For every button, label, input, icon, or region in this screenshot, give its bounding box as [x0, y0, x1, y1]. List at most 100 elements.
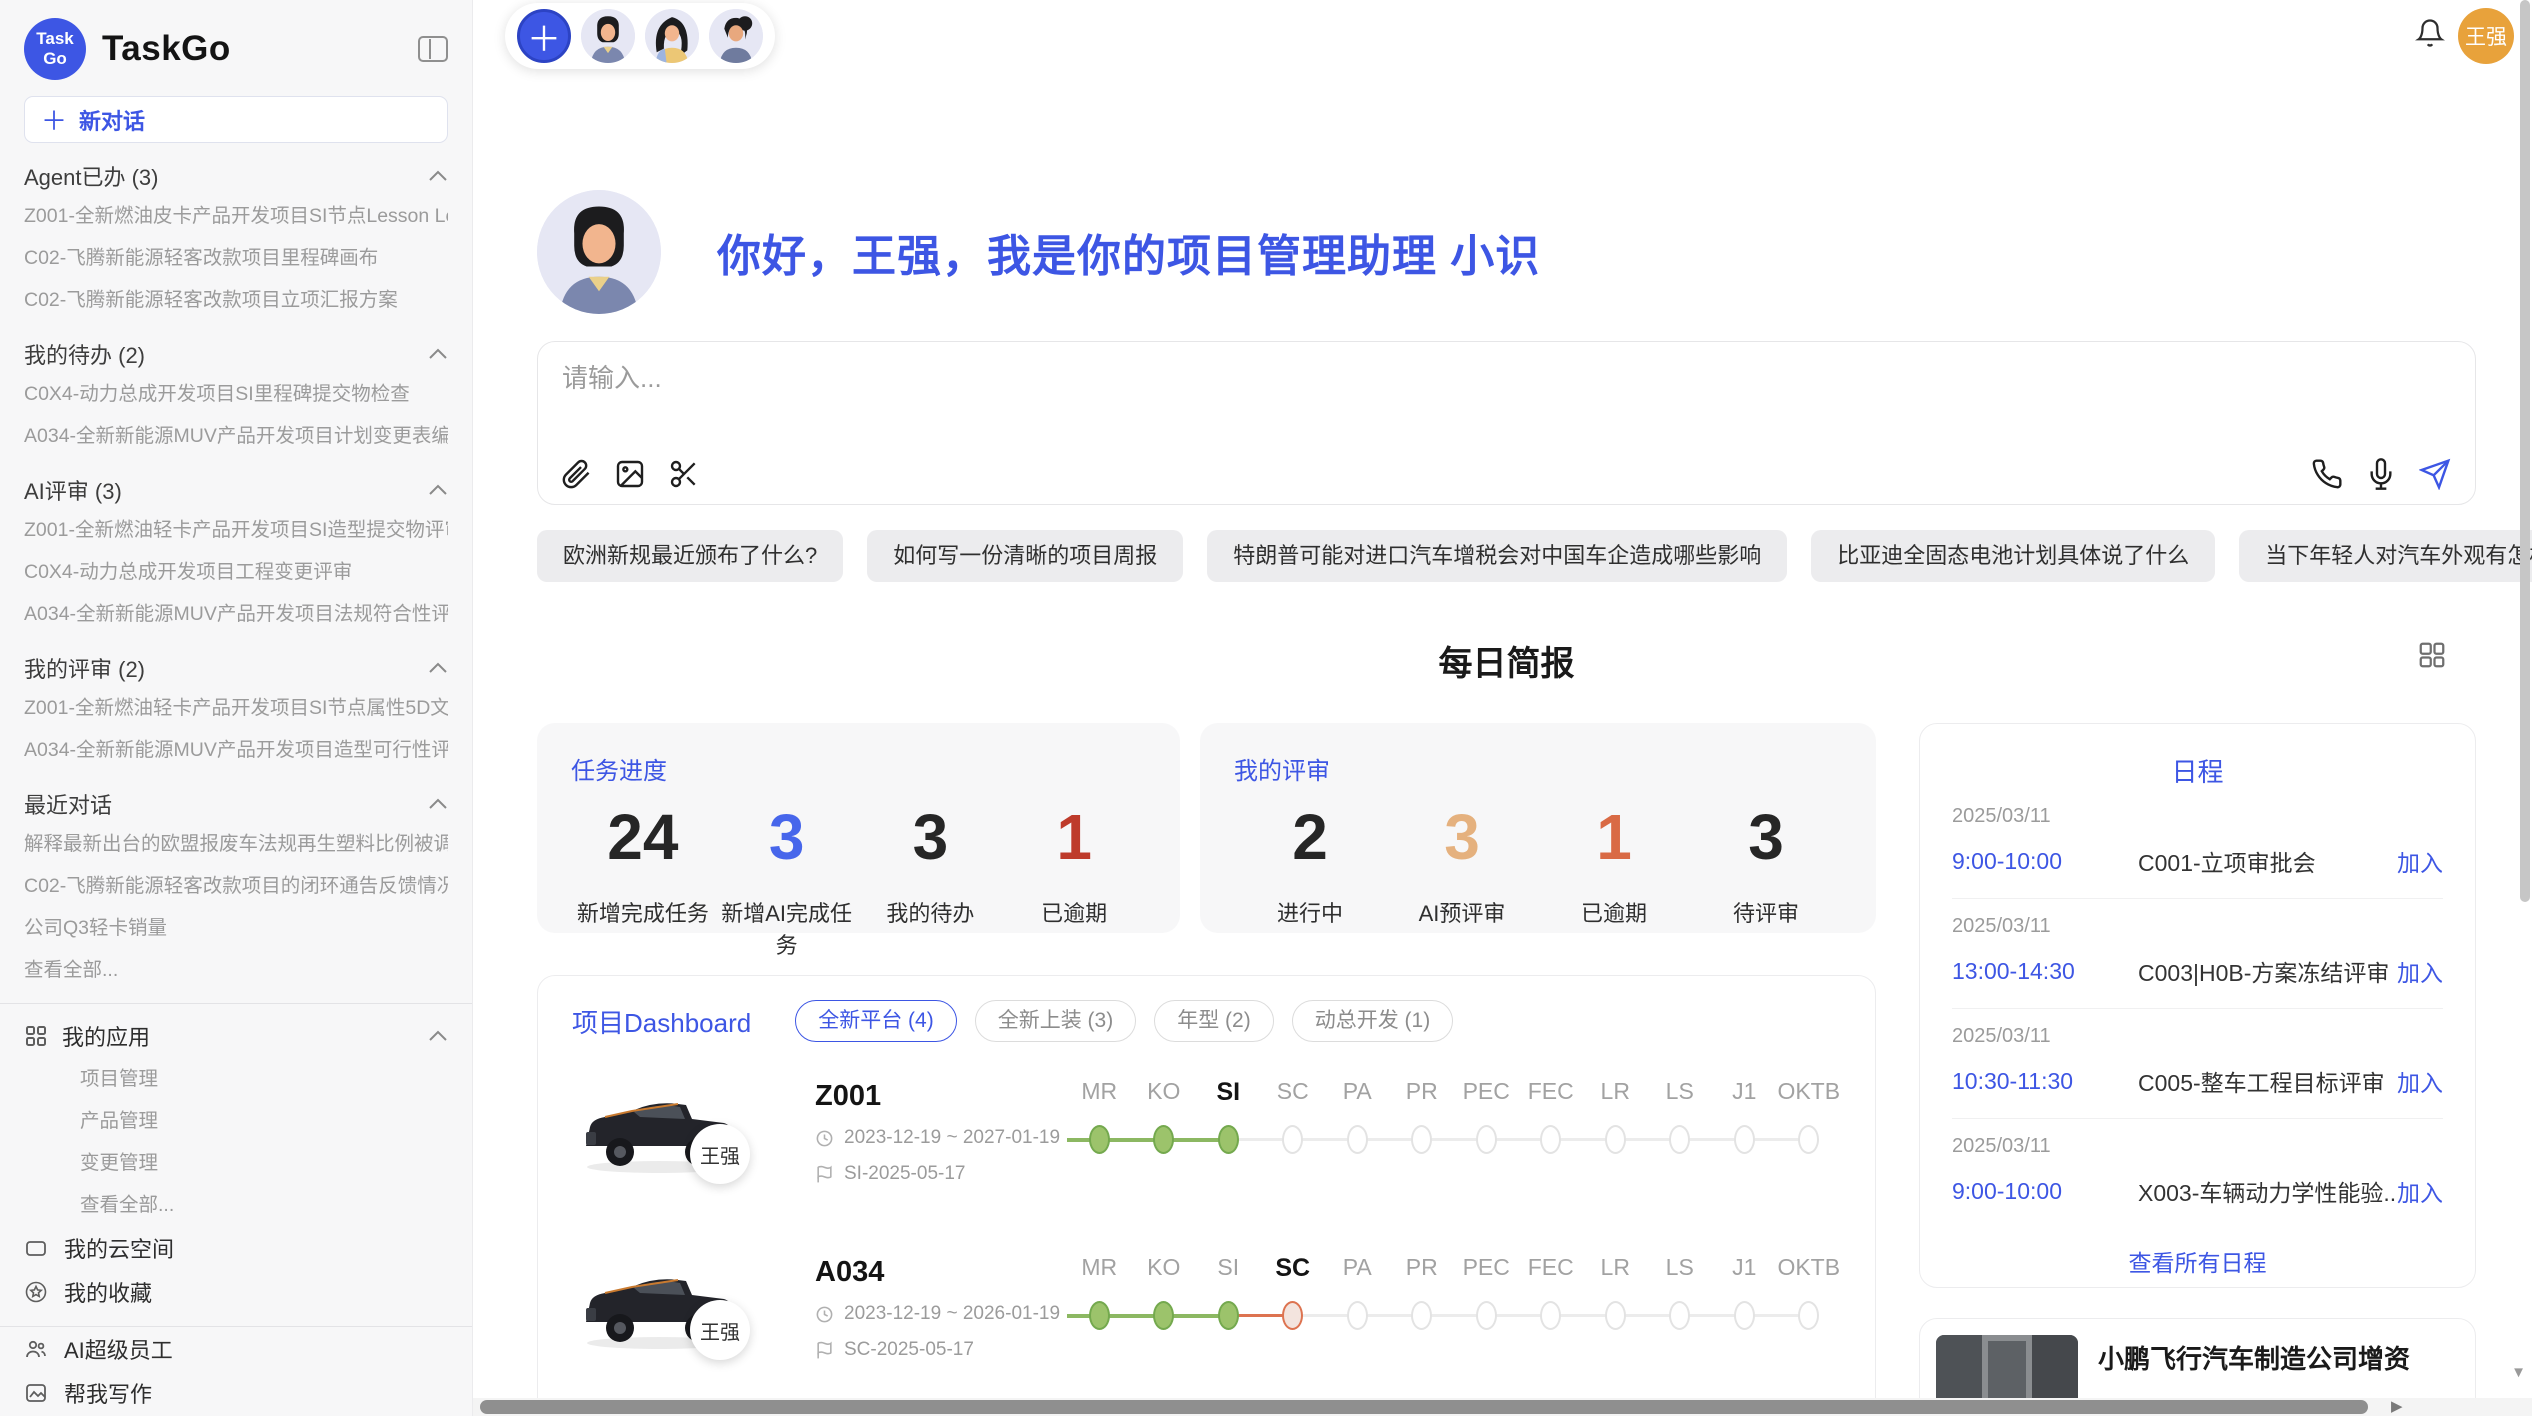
dashboard-tab[interactable]: 全新平台 (4) [795, 1000, 957, 1042]
suggestion-chip[interactable]: 特朗普可能对进口汽车增税会对中国车企造成哪些影响 [1207, 530, 1787, 582]
new-chat-button[interactable]: ＋ 新对话 [24, 96, 448, 143]
join-link[interactable]: 加入 [2397, 1064, 2443, 1098]
scissors-icon[interactable] [668, 458, 700, 490]
milestone-node-PR[interactable] [1411, 1301, 1432, 1330]
sidebar-app-item[interactable]: 变更管理 [24, 1142, 448, 1184]
microphone-icon[interactable] [2365, 458, 2397, 490]
suggestion-chip[interactable]: 比亚迪全固态电池计划具体说了什么 [1811, 530, 2215, 582]
milestone-node-FEC[interactable] [1540, 1125, 1561, 1154]
attachment-icon[interactable] [560, 458, 592, 490]
milestone-node-MR[interactable] [1089, 1125, 1110, 1154]
milestone-node-PA[interactable] [1347, 1125, 1368, 1154]
sidebar-item[interactable]: 公司Q3轻卡销量 [24, 907, 448, 949]
vertical-scrollbar-thumb[interactable] [2520, 0, 2530, 902]
milestone-node-KO[interactable] [1153, 1125, 1174, 1154]
sidebar-item[interactable]: A034-全新新能源MUV产品开发项目造型可行性评审 [24, 729, 448, 771]
sidebar-section-header[interactable]: AI评审 (3) [24, 471, 448, 509]
milestone-node-SC[interactable] [1282, 1125, 1303, 1154]
milestone-label: SI [1196, 1254, 1261, 1283]
sidebar-collapse-icon[interactable] [418, 36, 448, 62]
milestone-node-OKTB[interactable] [1798, 1301, 1819, 1330]
scroll-down-arrow-icon[interactable]: ▼ [2511, 1364, 2526, 1381]
milestone-node-LR[interactable] [1605, 1301, 1626, 1330]
agent-avatar-2[interactable] [645, 9, 699, 63]
chevron-up-icon[interactable] [428, 348, 448, 360]
sidebar-section-header[interactable]: Agent已办 (3) [24, 157, 448, 195]
agent-avatar-3[interactable] [709, 9, 763, 63]
sidebar-section-header[interactable]: 我的待办 (2) [24, 335, 448, 373]
suggestion-chip[interactable]: 欧洲新规最近颁布了什么? [537, 530, 843, 582]
milestone-node-LR[interactable] [1605, 1125, 1626, 1154]
milestone-node-PEC[interactable] [1476, 1125, 1497, 1154]
project-row[interactable]: 王强Z0012023-12-19 ~ 2027-01-19SI-2025-05-… [572, 1078, 1841, 1218]
dashboard-tab[interactable]: 全新上装 (3) [975, 1000, 1137, 1042]
milestone-node-J1[interactable] [1734, 1301, 1755, 1330]
sidebar-item[interactable]: Z001-全新燃油轻卡产品开发项目SI节点属性5D文件评审 [24, 687, 448, 729]
milestone-node-OKTB[interactable] [1798, 1125, 1819, 1154]
dashboard-tab[interactable]: 年型 (2) [1154, 1000, 1274, 1042]
milestone-node-PA[interactable] [1347, 1301, 1368, 1330]
sidebar-item-write[interactable]: 帮我写作 [24, 1371, 448, 1415]
horizontal-scrollbar[interactable]: ▶ [473, 1398, 2532, 1416]
sidebar-app-item[interactable]: 项目管理 [24, 1058, 448, 1100]
milestone-node-MR[interactable] [1089, 1301, 1110, 1330]
add-agent-button[interactable]: ＋ [517, 9, 571, 63]
chevron-up-icon[interactable] [428, 798, 448, 810]
task-progress-card: 任务进度24新增完成任务3新增AI完成任务3我的待办1已逾期 [537, 723, 1180, 933]
image-icon[interactable] [614, 458, 646, 490]
sidebar-item[interactable]: Z001-全新燃油轻卡产品开发项目SI造型提交物评审 [24, 509, 448, 551]
sidebar-item[interactable]: A034-全新新能源MUV产品开发项目计划变更表编写 [24, 415, 448, 457]
sidebar-app-item[interactable]: 查看全部... [24, 1184, 448, 1226]
sidebar-item-my-apps[interactable]: 我的应用 [24, 1014, 448, 1058]
horizontal-scrollbar-thumb[interactable] [480, 1400, 2368, 1414]
sidebar-item[interactable]: C02-飞腾新能源轻客改款项目的闭环通告反馈情况 [24, 865, 448, 907]
chevron-up-icon[interactable] [428, 484, 448, 496]
view-all-schedule-link[interactable]: 查看所有日程 [1952, 1244, 2443, 1278]
agent-avatar-1[interactable] [581, 9, 635, 63]
phone-icon[interactable] [2311, 458, 2343, 490]
scroll-right-arrow-icon[interactable]: ▶ [2391, 1398, 2403, 1416]
sidebar-section-header[interactable]: 我的评审 (2) [24, 649, 448, 687]
sidebar-item[interactable]: 解释最新出台的欧盟报废车法规再生塑料比例被调至15%... [24, 823, 448, 865]
milestone-node-LS[interactable] [1669, 1125, 1690, 1154]
sidebar-item[interactable]: C02-飞腾新能源轻客改款项目立项汇报方案 [24, 279, 448, 321]
join-link[interactable]: 加入 [2397, 844, 2443, 878]
milestone-node-SI[interactable] [1218, 1301, 1239, 1330]
sidebar-item[interactable]: C0X4-动力总成开发项目工程变更评审 [24, 551, 448, 593]
milestone-node-SC[interactable] [1282, 1301, 1303, 1330]
sidebar-item[interactable]: A034-全新新能源MUV产品开发项目法规符合性评审 [24, 593, 448, 635]
milestone-node-LS[interactable] [1669, 1301, 1690, 1330]
milestone-node-PR[interactable] [1411, 1125, 1432, 1154]
milestone-node-SI[interactable] [1218, 1125, 1239, 1154]
user-avatar[interactable]: 王强 [2458, 8, 2514, 64]
dashboard-tab[interactable]: 动总开发 (1) [1292, 1000, 1454, 1042]
layout-grid-icon[interactable] [2417, 640, 2447, 670]
sidebar-app-item[interactable]: 产品管理 [24, 1100, 448, 1142]
chevron-up-icon[interactable] [428, 662, 448, 674]
milestone-node-J1[interactable] [1734, 1125, 1755, 1154]
sidebar-item-cloud[interactable]: 我的云空间 [24, 1226, 448, 1270]
chevron-up-icon[interactable] [428, 1030, 448, 1042]
sidebar-item[interactable]: Z001-全新燃油皮卡产品开发项目SI节点Lesson Learn报告 [24, 195, 448, 237]
chevron-up-icon[interactable] [428, 170, 448, 182]
send-icon[interactable] [2419, 458, 2451, 490]
notification-bell-icon[interactable] [2415, 18, 2445, 48]
sidebar-section-header[interactable]: 最近对话 [24, 785, 448, 823]
milestone-node-FEC[interactable] [1540, 1301, 1561, 1330]
schedule-event-row: 2025/03/1113:00-14:30C003|H0B-方案冻结评审加入 [1952, 899, 2443, 1009]
sidebar-item[interactable]: C02-飞腾新能源轻客改款项目里程碑画布 [24, 237, 448, 279]
sidebar-item[interactable]: C0X4-动力总成开发项目SI里程碑提交物检查 [24, 373, 448, 415]
project-info: A0342023-12-19 ~ 2026-01-19SC-2025-05-17 [815, 1254, 1061, 1394]
join-link[interactable]: 加入 [2397, 1174, 2443, 1208]
suggestion-chip[interactable]: 如何写一份清晰的项目周报 [867, 530, 1183, 582]
sidebar-item[interactable]: 查看全部... [24, 949, 448, 991]
milestone-node-KO[interactable] [1153, 1301, 1174, 1330]
project-row[interactable]: 王强A0342023-12-19 ~ 2026-01-19SC-2025-05-… [572, 1254, 1841, 1394]
join-link[interactable]: 加入 [2397, 954, 2443, 988]
milestone-node-PEC[interactable] [1476, 1301, 1497, 1330]
suggestion-chip[interactable]: 当下年轻人对汽车外观有怎样的喜好趋势 [2239, 530, 2532, 582]
sidebar-item-star[interactable]: 我的收藏 [24, 1270, 448, 1314]
clock-icon [815, 1129, 834, 1148]
sidebar-item-people[interactable]: AI超级员工 [24, 1327, 448, 1371]
chat-input[interactable] [562, 358, 2451, 442]
